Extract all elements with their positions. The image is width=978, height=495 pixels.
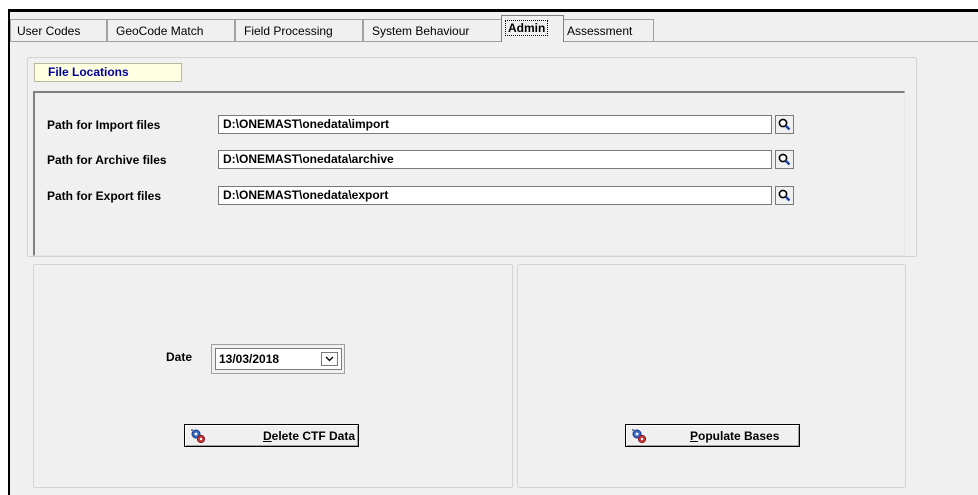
archive-path-label: Path for Archive files bbox=[47, 153, 167, 167]
import-path-input[interactable]: D:\ONEMAST\onedata\import bbox=[218, 115, 772, 134]
window-top-border bbox=[8, 9, 978, 12]
archive-browse-button[interactable] bbox=[775, 150, 794, 169]
tab-system-behaviour[interactable]: System Behaviour bbox=[363, 19, 503, 41]
import-browse-button[interactable] bbox=[775, 115, 794, 134]
date-picker[interactable]: 13/03/2018 bbox=[211, 344, 345, 374]
import-path-label: Path for Import files bbox=[47, 118, 161, 132]
gears-icon bbox=[191, 429, 206, 444]
delete-ctf-panel bbox=[33, 264, 513, 488]
archive-path-input[interactable]: D:\ONEMAST\onedata\archive bbox=[218, 150, 772, 169]
magnifier-icon bbox=[778, 189, 791, 202]
export-path-input[interactable]: D:\ONEMAST\onedata\export bbox=[218, 186, 772, 205]
file-locations-title: File Locations bbox=[34, 63, 182, 82]
populate-bases-button[interactable]: Populate Bases bbox=[625, 424, 800, 447]
tab-strip-baseline bbox=[10, 41, 978, 42]
populate-bases-label: Populate Bases bbox=[690, 429, 780, 443]
chevron-down-icon bbox=[325, 356, 334, 362]
tab-geocode-match[interactable]: GeoCode Match bbox=[107, 19, 235, 41]
magnifier-icon bbox=[778, 153, 791, 166]
delete-ctf-data-label: Delete CTF Data bbox=[263, 429, 356, 443]
date-label: Date bbox=[166, 350, 193, 364]
magnifier-icon bbox=[778, 118, 791, 131]
tab-field-processing[interactable]: Field Processing bbox=[235, 19, 363, 41]
tab-admin[interactable]: Admin bbox=[501, 15, 564, 42]
export-path-label: Path for Export files bbox=[47, 189, 162, 203]
window-left-border bbox=[8, 9, 10, 495]
gears-icon bbox=[632, 429, 647, 444]
populate-bases-panel bbox=[517, 264, 906, 488]
date-dropdown-button[interactable] bbox=[321, 352, 338, 366]
export-browse-button[interactable] bbox=[775, 186, 794, 205]
delete-ctf-data-button[interactable]: Delete CTF Data bbox=[184, 424, 359, 447]
tab-user-codes[interactable]: User Codes bbox=[10, 19, 107, 41]
tab-assessment[interactable]: Assessment bbox=[563, 19, 654, 41]
